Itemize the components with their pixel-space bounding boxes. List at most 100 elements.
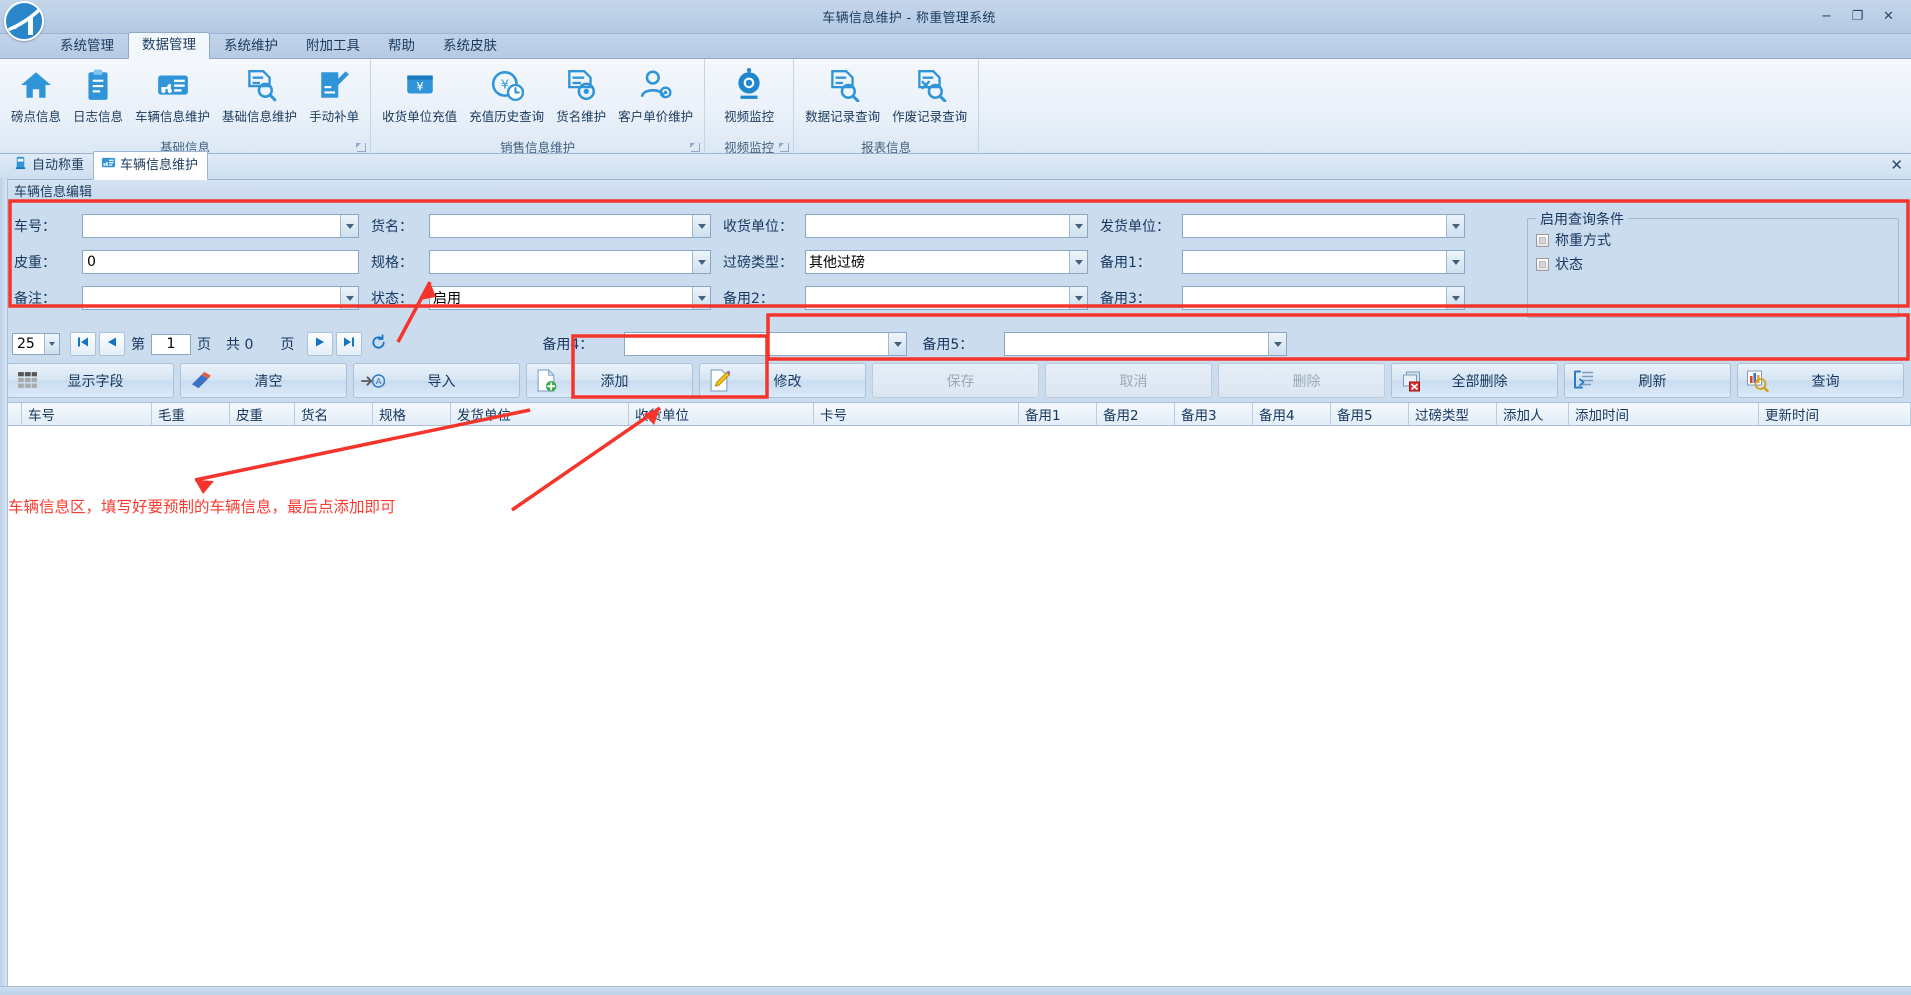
spare4-input[interactable]: [625, 334, 889, 354]
grid-column-tare[interactable]: 皮重: [230, 403, 295, 425]
ribbon-button-recharge-history[interactable]: ¥ 充值历史查询: [463, 63, 550, 137]
minimize-button[interactable]: −: [1818, 9, 1835, 24]
spare3-input[interactable]: [1183, 288, 1446, 308]
spare3-combo[interactable]: [1182, 286, 1465, 310]
ribbon-button-customer-price-maintenance[interactable]: 客户单价维护: [612, 63, 699, 137]
ribbon-tab-help[interactable]: 帮助: [374, 33, 429, 59]
goods-name-input[interactable]: [430, 216, 692, 236]
checkbox-weigh-method[interactable]: [1536, 233, 1549, 247]
query-button[interactable]: 查询: [1737, 363, 1904, 398]
spare2-input[interactable]: [806, 288, 1069, 308]
chevron-down-icon[interactable]: [1069, 215, 1087, 237]
ribbon-tab-extra-tools[interactable]: 附加工具: [292, 33, 374, 59]
spare2-combo[interactable]: [805, 286, 1088, 310]
chevron-down-icon[interactable]: [44, 334, 59, 354]
ribbon-button-void-record-query[interactable]: 作废记录查询: [886, 63, 973, 137]
car-no-combo[interactable]: [82, 214, 359, 238]
edit-button[interactable]: 修改: [699, 363, 866, 398]
ribbon-tab-system-maintenance[interactable]: 系统维护: [210, 33, 292, 59]
grid-column-weigh-type[interactable]: 过磅类型: [1409, 403, 1497, 425]
grid-column-spare5[interactable]: 备用5: [1331, 403, 1409, 425]
remark-combo[interactable]: [82, 286, 359, 310]
grid-column-spare2[interactable]: 备用2: [1097, 403, 1175, 425]
chevron-down-icon[interactable]: [1446, 287, 1464, 309]
chevron-down-icon[interactable]: [692, 251, 710, 273]
tare-input[interactable]: [83, 252, 358, 272]
ribbon-button-data-record-query[interactable]: 数据记录查询: [799, 63, 886, 137]
chevron-down-icon[interactable]: [1069, 251, 1087, 273]
doc-tab-close-button[interactable]: ✕: [1890, 158, 1903, 173]
dialog-launcher-icon[interactable]: [356, 143, 367, 152]
cancel-button[interactable]: 取消: [1045, 363, 1212, 398]
dialog-launcher-icon[interactable]: [690, 143, 701, 152]
page-number-input[interactable]: 1: [151, 333, 191, 355]
spare5-input[interactable]: [1005, 334, 1269, 354]
chevron-down-icon[interactable]: [692, 215, 710, 237]
page-size-combo[interactable]: 25: [12, 333, 60, 355]
status-combo[interactable]: [429, 286, 711, 310]
remark-input[interactable]: [83, 288, 340, 308]
spare5-combo[interactable]: [1004, 332, 1288, 356]
tare-textbox[interactable]: [82, 250, 359, 274]
spec-input[interactable]: [430, 252, 692, 272]
checkbox-row-status[interactable]: 状态: [1536, 254, 1898, 274]
spare1-input[interactable]: [1183, 252, 1446, 272]
spare1-combo[interactable]: [1182, 250, 1465, 274]
next-page-button[interactable]: [307, 332, 334, 356]
ribbon-button-manual-order[interactable]: 手动补单: [303, 63, 365, 137]
grid-column-spare4[interactable]: 备用4: [1253, 403, 1331, 425]
grid-column-update-time[interactable]: 更新时间: [1759, 403, 1911, 425]
restore-button[interactable]: ❐: [1849, 9, 1866, 24]
ribbon-button-base-info-maintenance[interactable]: 基础信息维护: [216, 63, 303, 137]
chevron-down-icon[interactable]: [1268, 333, 1287, 355]
dialog-launcher-icon[interactable]: [779, 143, 790, 152]
ribbon-button-log-info[interactable]: 日志信息: [67, 63, 129, 137]
ribbon-button-receiver-recharge[interactable]: ¥ 收货单位充值: [376, 63, 463, 137]
save-button[interactable]: 保存: [872, 363, 1039, 398]
delete-all-button[interactable]: 全部删除: [1391, 363, 1558, 398]
grid-column-create-time[interactable]: 添加时间: [1569, 403, 1759, 425]
import-button[interactable]: A 导入: [353, 363, 520, 398]
delete-button[interactable]: 删除: [1218, 363, 1385, 398]
show-fields-button[interactable]: 显示字段: [7, 363, 174, 398]
car-no-input[interactable]: [83, 216, 340, 236]
grid-column-spare1[interactable]: 备用1: [1019, 403, 1097, 425]
grid-column-gross[interactable]: 毛重: [152, 403, 230, 425]
data-grid-body[interactable]: [0, 434, 1911, 986]
chevron-down-icon[interactable]: [1069, 287, 1087, 309]
checkbox-status[interactable]: [1536, 257, 1549, 271]
ribbon-button-vehicle-info-maintenance[interactable]: 车辆信息维护: [129, 63, 216, 137]
weigh-type-combo[interactable]: [805, 250, 1088, 274]
doc-tab-vehicle-info-maintenance[interactable]: 车辆信息维护: [93, 151, 209, 180]
sender-combo[interactable]: [1182, 214, 1465, 238]
chevron-down-icon[interactable]: [1446, 251, 1464, 273]
grid-column-receiver[interactable]: 收货单位: [629, 403, 814, 425]
first-page-button[interactable]: [70, 332, 96, 356]
refresh-page-button[interactable]: [365, 332, 391, 356]
ribbon-button-scale-point-info[interactable]: 磅点信息: [5, 63, 67, 137]
chevron-down-icon[interactable]: [340, 215, 358, 237]
spare4-combo[interactable]: [624, 332, 908, 356]
weigh-type-input[interactable]: [806, 252, 1069, 272]
receiver-combo[interactable]: [805, 214, 1088, 238]
sender-input[interactable]: [1183, 216, 1446, 236]
ribbon-tab-data-management[interactable]: 数据管理: [128, 32, 210, 59]
grid-column-sender[interactable]: 发货单位: [451, 403, 629, 425]
refresh-button[interactable]: 刷新: [1564, 363, 1731, 398]
grid-column-card-no[interactable]: 卡号: [814, 403, 1019, 425]
prev-page-button[interactable]: [99, 332, 125, 356]
grid-column-spare3[interactable]: 备用3: [1175, 403, 1253, 425]
grid-column-car-no[interactable]: 车号: [22, 403, 152, 425]
ribbon-button-video-monitor[interactable]: 视频监控: [710, 63, 788, 137]
checkbox-row-weigh-method[interactable]: 称重方式: [1536, 230, 1898, 250]
grid-column-goods[interactable]: 货名: [295, 403, 373, 425]
clear-button[interactable]: 清空: [180, 363, 347, 398]
ribbon-tab-system-management[interactable]: 系统管理: [46, 33, 128, 59]
add-button[interactable]: 添加: [526, 363, 693, 398]
grid-column-spec[interactable]: 规格: [373, 403, 451, 425]
chevron-down-icon[interactable]: [692, 287, 710, 309]
chevron-down-icon[interactable]: [888, 333, 907, 355]
close-button[interactable]: ✕: [1880, 9, 1897, 24]
ribbon-tab-skin[interactable]: 系统皮肤: [429, 33, 511, 59]
goods-name-combo[interactable]: [429, 214, 711, 238]
